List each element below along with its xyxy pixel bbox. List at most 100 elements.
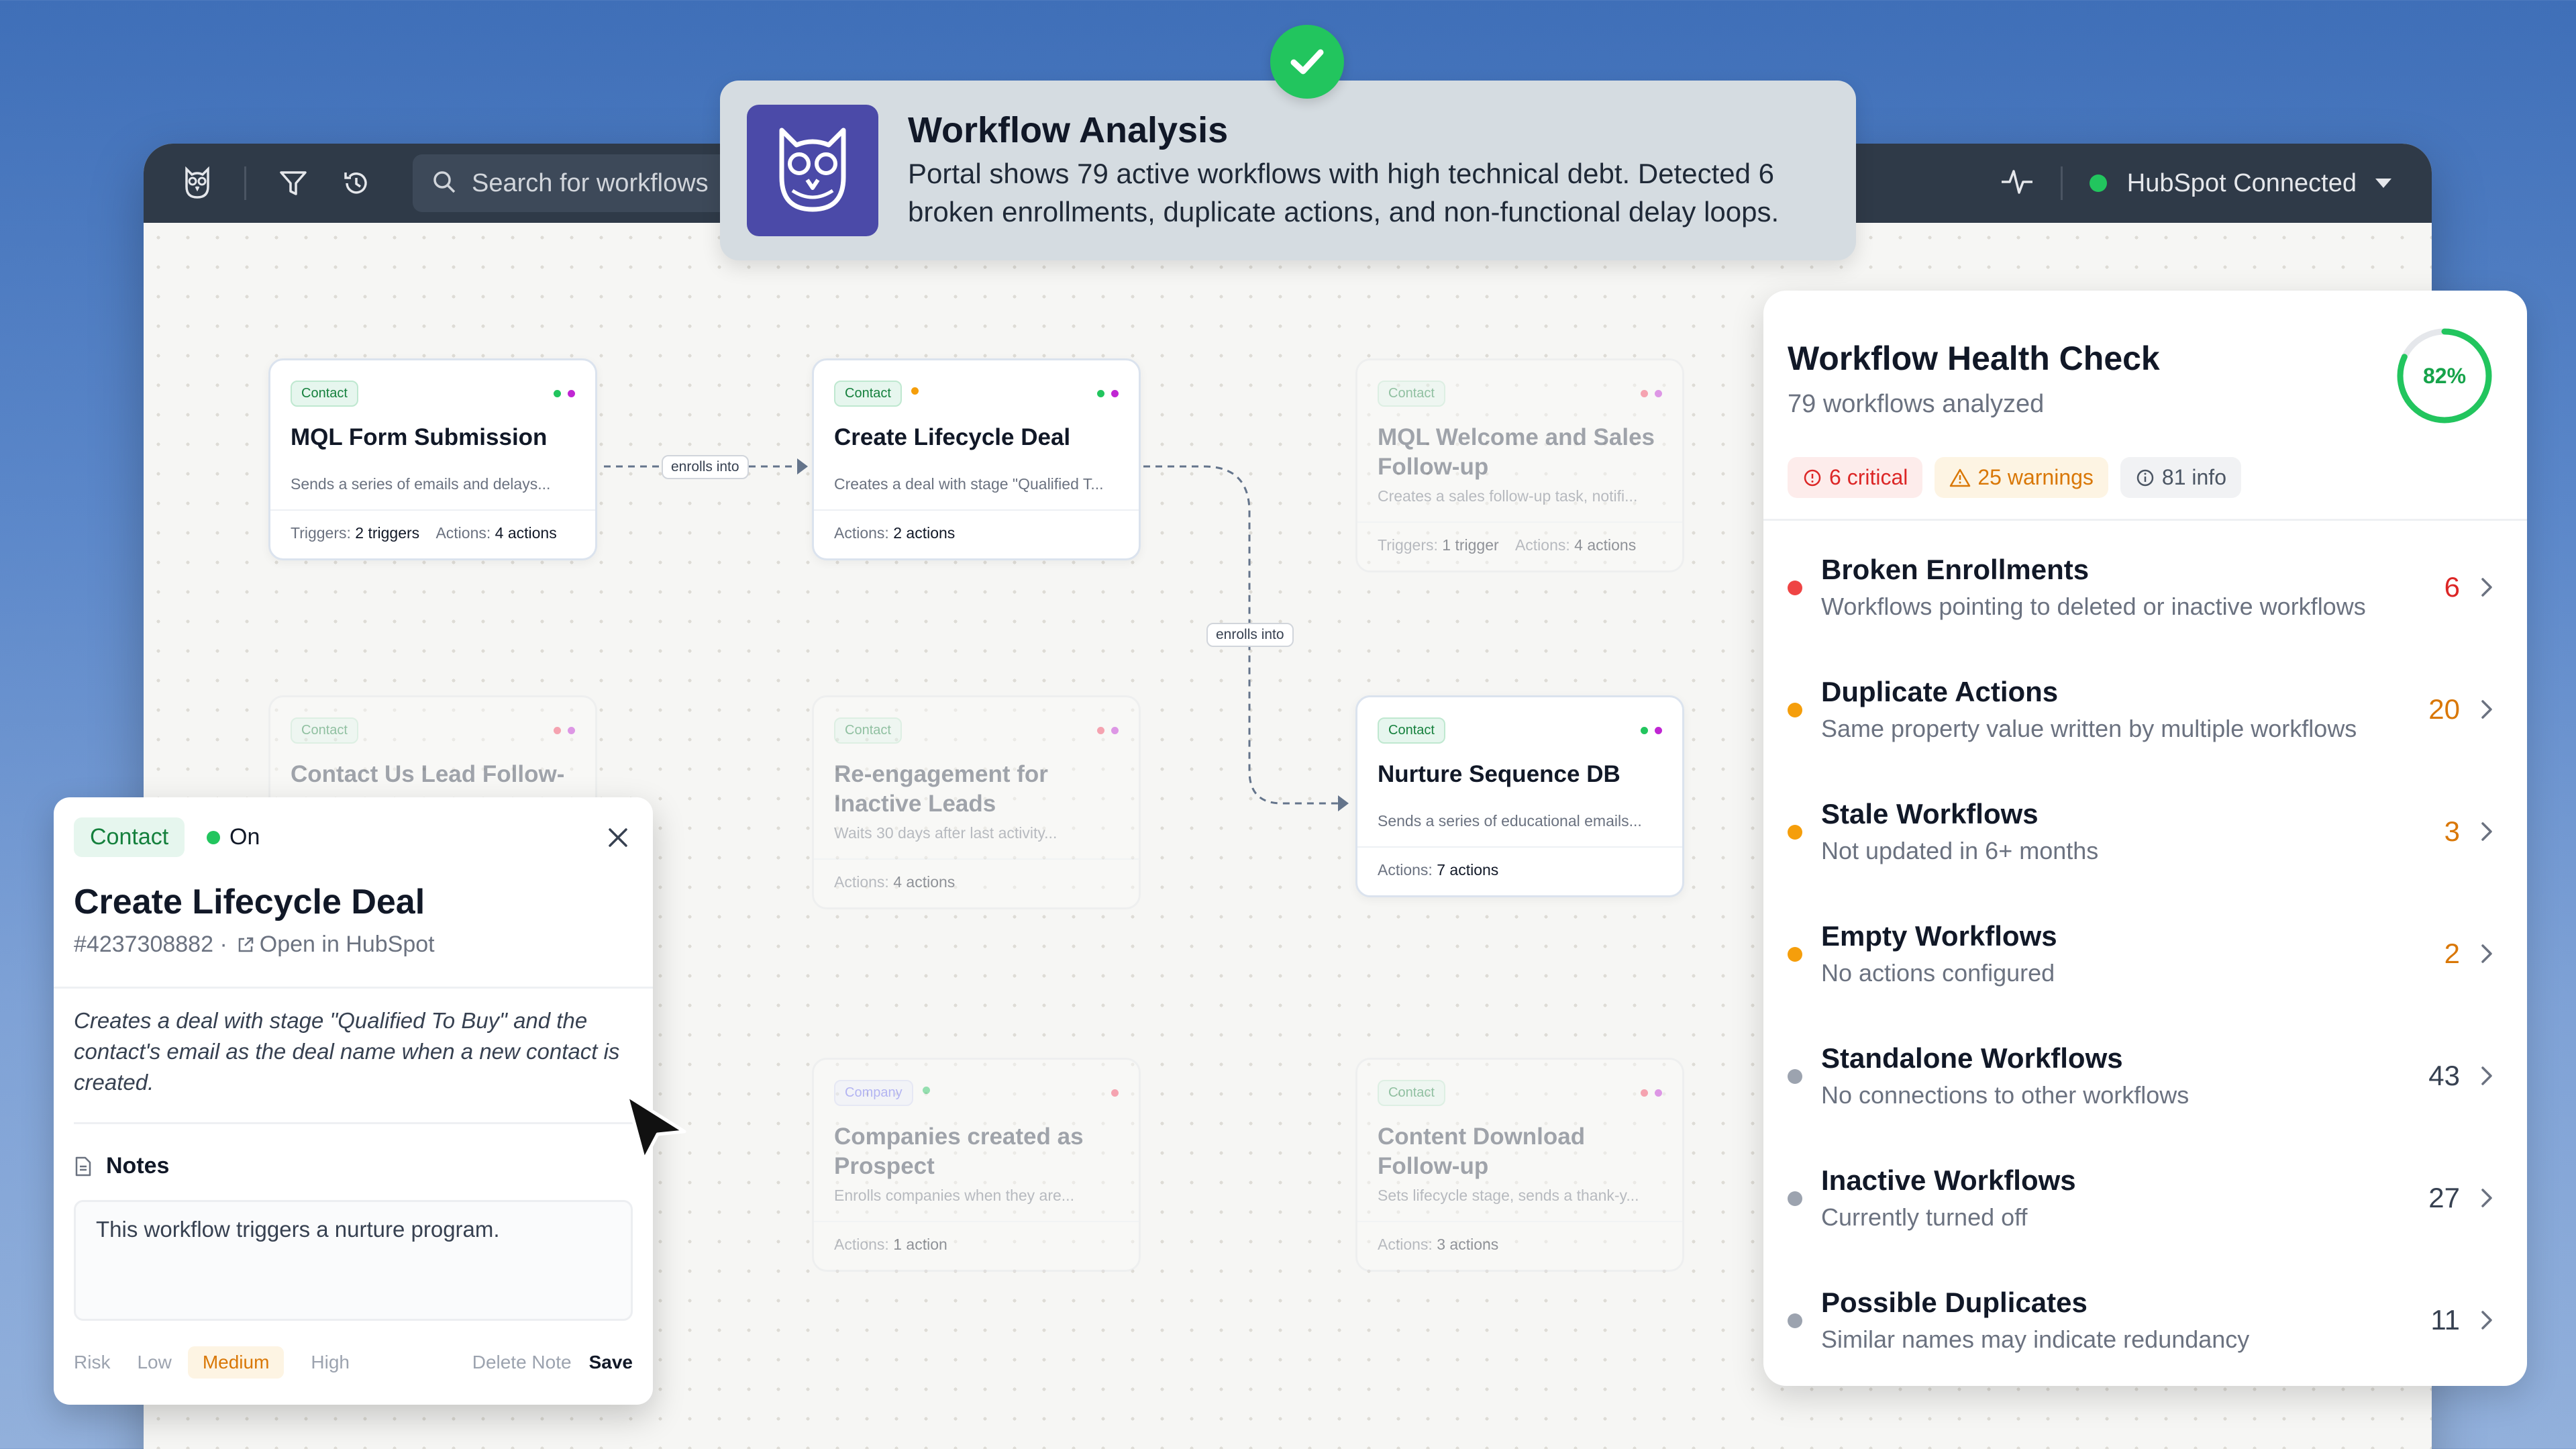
issue-count: 2 [2444,938,2460,969]
severity-dot [1788,825,1802,840]
workflow-card[interactable]: Contact Re-engagement for Inactive Leads… [812,695,1141,909]
issue-description: Similar names may indicate redundancy [1821,1326,2250,1353]
severity-dot [1788,947,1802,962]
detail-subtitle: #4237308882 · Open in HubSpot [74,932,435,958]
status-dots [1641,390,1662,397]
critical-chip[interactable]: 6 critical [1788,457,1923,498]
workflow-title: Re-engagement for Inactive Leads [834,761,1048,817]
workflow-description: Creates a sales follow-up task, notifi..… [1378,487,1638,505]
workflow-title: MQL Welcome and Sales Follow-up [1378,424,1655,480]
connector-label: enrolls into [662,455,749,479]
card-divider [814,858,1139,860]
workflow-meta: Actions: 1 action [834,1235,947,1253]
workflow-card[interactable]: Contact Content Download Follow-up Sets … [1355,1058,1684,1272]
status-dots [1097,390,1119,397]
status-dots [1097,727,1119,734]
info-circle-icon [2136,469,2154,486]
workflow-card[interactable]: Contact Nurture Sequence DB Sends a seri… [1355,695,1684,897]
workflow-description: Sends a series of emails and delays... [291,474,551,493]
object-type-badge: Contact [74,817,185,857]
issue-description: No actions configured [1821,959,2055,987]
health-issue-row[interactable]: Inactive Workflows Currently turned off 27 [1788,1155,2500,1249]
card-divider [814,1220,1139,1222]
health-issue-row[interactable]: Stale Workflows Not updated in 6+ months 3 [1788,789,2500,883]
workflow-card[interactable]: Company Companies created as Prospect En… [812,1058,1141,1272]
chevron-right-icon[interactable] [2473,1183,2500,1213]
object-type-badge: Contact [1378,1080,1445,1106]
workflow-meta: Actions: 3 actions [1378,1235,1499,1253]
object-type-badge: Contact [291,381,358,407]
issue-description: Same property value written by multiple … [1821,715,2357,742]
card-divider [1357,1220,1682,1222]
health-issue-row[interactable]: Possible Duplicates Similar names may ind… [1788,1277,2500,1371]
health-issue-row[interactable]: Duplicate Actions Same property value wri… [1788,666,2500,760]
open-in-hubspot-link[interactable]: Open in HubSpot [260,932,435,958]
workflow-card[interactable]: Contact MQL Welcome and Sales Follow-up … [1355,358,1684,572]
issue-name: Empty Workflows [1821,920,2057,952]
issue-description: No connections to other workflows [1821,1081,2189,1109]
health-issue-row[interactable]: Broken Enrollments Workflows pointing to … [1788,544,2500,638]
warning-triangle-icon [1950,468,1971,487]
owl-logo-icon [747,105,878,236]
close-icon[interactable] [603,823,633,852]
workflow-analysis-banner: Workflow Analysis Portal shows 79 active… [720,81,1856,260]
workflow-id: #4237308882 · [74,932,227,957]
chevron-right-icon[interactable] [2473,695,2500,724]
issue-description: Currently turned off [1821,1203,2028,1231]
detail-description: Creates a deal with stage "Qualified To … [74,1008,620,1095]
workflow-meta: Triggers: 2 triggers Actions: 4 actions [291,523,557,542]
warning-dot [911,387,919,395]
panel-title: Workflow Health Check [1788,340,2160,377]
severity-dot [1788,1191,1802,1206]
issue-count: 27 [2428,1182,2460,1213]
detail-divider [74,1122,633,1124]
chevron-right-icon[interactable] [2473,1061,2500,1091]
issue-count: 3 [2444,815,2460,847]
risk-high-option[interactable]: High [311,1352,350,1373]
status-dots [554,727,575,734]
chevron-right-icon[interactable] [2473,572,2500,602]
delete-note-button[interactable]: Delete Note [472,1352,572,1373]
chevron-right-icon[interactable] [2473,1305,2500,1335]
risk-low-option[interactable]: Low [137,1352,171,1373]
detail-footer: Risk Low Medium High Delete Note Save [74,1342,633,1383]
status-dots [554,390,575,397]
chevron-right-icon[interactable] [2473,817,2500,846]
severity-chips: 6 critical 25 warnings 81 info [1788,457,2241,498]
notes-heading: Notes [74,1153,169,1179]
workflow-description: Sends a series of educational emails... [1378,811,1642,830]
issue-name: Broken Enrollments [1821,554,2090,585]
workflow-description: Waits 30 days after last activity... [834,823,1058,842]
workflow-card[interactable]: Contact MQL Form Submission Sends a seri… [268,358,597,560]
info-chip[interactable]: 81 info [2120,457,2241,498]
mouse-cursor-icon [625,1093,686,1162]
health-issue-row[interactable]: Standalone Workflows No connections to ot… [1788,1033,2500,1127]
workflow-card[interactable]: Contact Create Lifecycle Deal Creates a … [812,358,1141,560]
status-dots [1641,1089,1662,1097]
chevron-right-icon[interactable] [2473,939,2500,968]
object-type-badge: Contact [1378,381,1445,407]
risk-medium-option[interactable]: Medium [187,1346,285,1379]
card-divider [270,509,595,511]
issue-count: 20 [2428,693,2460,725]
issue-name: Standalone Workflows [1821,1042,2123,1074]
issue-name: Inactive Workflows [1821,1164,2076,1196]
health-issue-row[interactable]: Empty Workflows No actions configured 2 [1788,911,2500,1005]
external-link-icon[interactable] [236,935,256,955]
banner-body-line1: Portal shows 79 active workflows with hi… [908,158,1774,190]
workflow-meta: Actions: 4 actions [834,872,956,891]
status-dot [922,1087,930,1094]
notes-textarea[interactable]: This workflow triggers a nurture program… [74,1200,633,1321]
connector-label: enrolls into [1206,623,1294,647]
save-button[interactable]: Save [589,1352,633,1373]
issue-count: 43 [2428,1060,2460,1091]
status-indicator: On [207,824,260,850]
card-divider [1357,521,1682,523]
issue-description: Not updated in 6+ months [1821,837,2099,864]
health-score: 82% [2422,363,2467,388]
object-type-badge: Contact [1378,717,1445,744]
warnings-chip[interactable]: 25 warnings [1935,457,2108,498]
workflow-meta: Actions: 2 actions [834,523,956,542]
banner-title: Workflow Analysis [908,110,1229,151]
alert-circle-icon [1804,469,1821,486]
